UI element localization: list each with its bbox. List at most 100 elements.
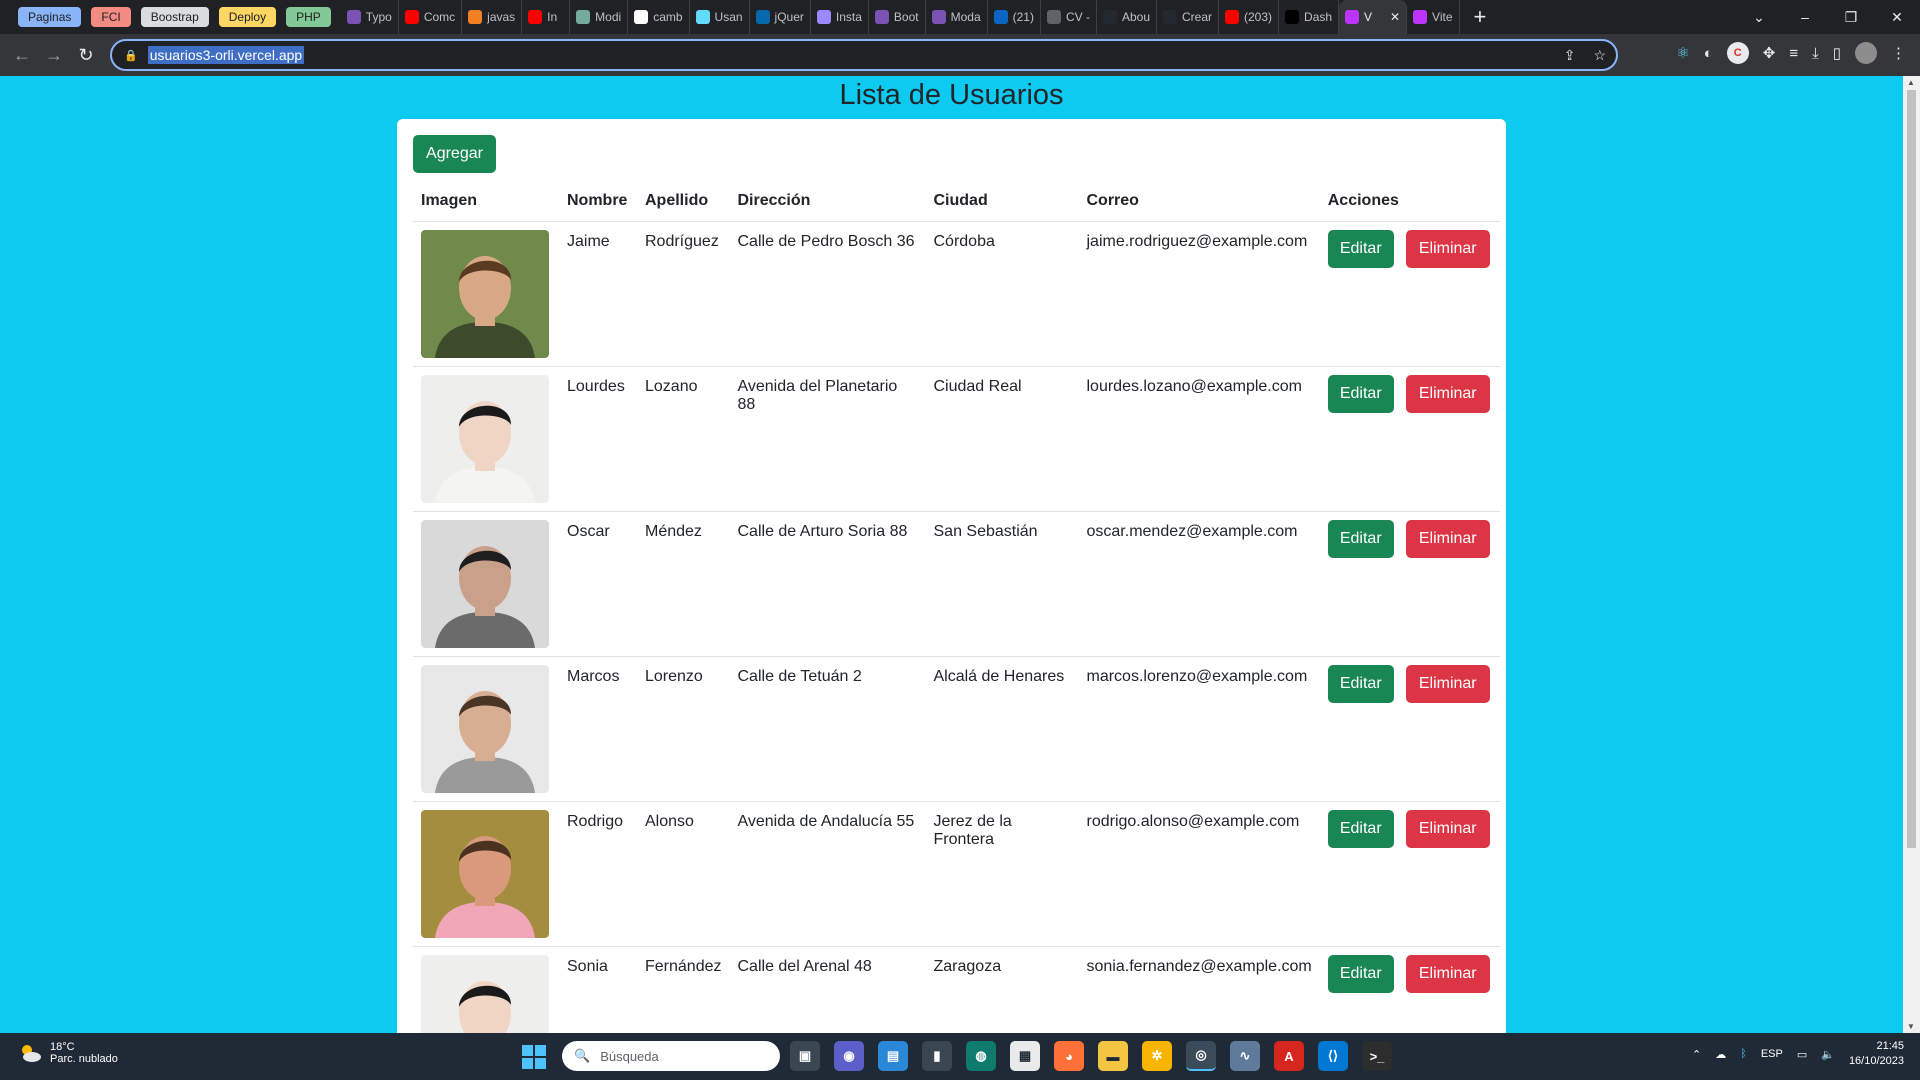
- table-header-row: Imagen Nombre Apellido Dirección Ciudad …: [413, 181, 1500, 222]
- dark-reader-icon[interactable]: ◐: [1704, 45, 1713, 62]
- network-icon[interactable]: ▭: [1797, 1048, 1807, 1061]
- close-window-icon[interactable]: ✕: [1874, 9, 1920, 26]
- delete-user-button[interactable]: Eliminar: [1405, 664, 1490, 703]
- delete-user-button[interactable]: Eliminar: [1405, 229, 1490, 268]
- chrome-icon[interactable]: ◎: [1186, 1041, 1216, 1071]
- browser-tab[interactable]: CV -: [1041, 0, 1097, 34]
- weather-widget[interactable]: 18°C Parc. nublado: [18, 1041, 118, 1065]
- window-controls: ⌄ – ❐ ✕: [1736, 0, 1920, 34]
- side-panel-icon[interactable]: ▯: [1833, 44, 1841, 62]
- lock-icon[interactable]: 🔒: [124, 49, 138, 62]
- vscode-icon[interactable]: ⟨⟩: [1318, 1041, 1348, 1071]
- browser-tab[interactable]: Boot: [869, 0, 926, 34]
- youtube-icon: [528, 10, 543, 24]
- add-user-button[interactable]: Agregar: [413, 135, 496, 173]
- bootstrap-icon: [346, 10, 361, 24]
- activity-monitor-icon[interactable]: ∿: [1230, 1041, 1260, 1071]
- back-icon[interactable]: ←: [6, 45, 38, 66]
- store-icon[interactable]: ▦: [1010, 1041, 1040, 1071]
- file-explorer-icon[interactable]: ▬: [1098, 1041, 1128, 1071]
- tab-group-3[interactable]: Deploy: [218, 7, 277, 27]
- browser-tab[interactable]: (203): [1219, 0, 1280, 34]
- language-indicator[interactable]: ESP: [1761, 1048, 1783, 1060]
- taskbar-search[interactable]: 🔍 Búsqueda: [562, 1041, 780, 1071]
- profile-avatar[interactable]: [1855, 42, 1877, 64]
- scrollbar-thumb[interactable]: [1907, 90, 1916, 848]
- edit-user-button[interactable]: Editar: [1327, 664, 1394, 703]
- address-bar[interactable]: 🔒 usuarios3-orli.vercel.app ⇪ ☆: [110, 39, 1618, 71]
- delete-user-button[interactable]: Eliminar: [1405, 519, 1490, 558]
- restore-icon[interactable]: ❐: [1828, 9, 1874, 26]
- cell-nombre: Lourdes: [559, 366, 637, 512]
- browser-tab[interactable]: Abou: [1097, 0, 1157, 34]
- new-tab-icon[interactable]: +: [1474, 4, 1487, 30]
- cell-imagen: [413, 511, 559, 657]
- url-text[interactable]: usuarios3-orli.vercel.app: [147, 46, 305, 64]
- onedrive-icon[interactable]: ☁: [1715, 1048, 1726, 1061]
- tab-group-4[interactable]: PHP: [286, 7, 331, 27]
- browser-tab[interactable]: (21): [988, 0, 1041, 34]
- tab-group-1[interactable]: FCI: [91, 7, 131, 27]
- edit-user-button[interactable]: Editar: [1327, 519, 1394, 558]
- firefox-icon[interactable]: ◕: [1054, 1041, 1084, 1071]
- reload-icon[interactable]: ↻: [70, 45, 102, 66]
- tab-group-0[interactable]: Paginas: [18, 7, 82, 27]
- xampp-icon[interactable]: ✲: [1142, 1041, 1172, 1071]
- browser-tab[interactable]: Typo: [341, 0, 399, 34]
- scroll-up-icon[interactable]: ▲: [1907, 78, 1915, 87]
- column-header-correo: Correo: [1078, 181, 1320, 222]
- edit-user-button[interactable]: Editar: [1327, 229, 1394, 268]
- web-page: Lista de Usuarios Agregar Imagen Nombre …: [0, 76, 1903, 1033]
- browser-tab[interactable]: Crear: [1157, 0, 1220, 34]
- table-row: Jaime Rodríguez Calle de Pedro Bosch 36 Cór…: [413, 221, 1500, 367]
- browser-tab[interactable]: Insta: [811, 0, 869, 34]
- volume-icon[interactable]: 🔈: [1821, 1048, 1835, 1061]
- react-devtools-icon[interactable]: ⚛: [1676, 44, 1689, 62]
- teams-chat-icon[interactable]: ◉: [834, 1041, 864, 1071]
- edit-user-button[interactable]: Editar: [1327, 809, 1394, 848]
- downloads-icon[interactable]: ⤓: [1812, 45, 1819, 62]
- browser-tab[interactable]: Usan: [690, 0, 750, 34]
- browser-tab[interactable]: In: [522, 0, 571, 34]
- cell-ciudad: San Sebastián: [925, 511, 1079, 657]
- bookmark-star-icon[interactable]: ☆: [1593, 47, 1606, 64]
- scroll-down-icon[interactable]: ▼: [1907, 1022, 1915, 1031]
- browser-tab[interactable]: Moda: [926, 0, 988, 34]
- close-tab-icon[interactable]: ✕: [1390, 10, 1400, 24]
- remote-desktop-icon[interactable]: ▤: [878, 1041, 908, 1071]
- browser-tab[interactable]: jQuer: [750, 0, 811, 34]
- bluetooth-icon[interactable]: ᛒ: [1740, 1048, 1747, 1060]
- browser-tab[interactable]: javas: [462, 0, 523, 34]
- edit-user-button[interactable]: Editar: [1327, 374, 1394, 413]
- browser-tab[interactable]: V ✕: [1339, 0, 1408, 34]
- delete-user-button[interactable]: Eliminar: [1405, 809, 1490, 848]
- stackoverflow-icon: [468, 10, 483, 24]
- browser-tab[interactable]: camb: [628, 0, 690, 34]
- browser-tab[interactable]: Modi: [570, 0, 629, 34]
- browser-tab[interactable]: Dash: [1279, 0, 1340, 34]
- extension-c-icon[interactable]: C: [1726, 42, 1749, 64]
- minimize-icon[interactable]: –: [1782, 9, 1828, 25]
- forward-icon[interactable]: →: [38, 45, 70, 66]
- tab-group-2[interactable]: Boostrap: [140, 7, 209, 27]
- page-scrollbar[interactable]: ▲ ▼: [1903, 76, 1920, 1033]
- edge-icon[interactable]: ◍: [966, 1041, 996, 1071]
- cell-ciudad: Zaragoza: [925, 946, 1079, 1033]
- task-view-icon[interactable]: ▣: [790, 1041, 820, 1071]
- terminal-icon[interactable]: >_: [1362, 1041, 1392, 1071]
- menu-kebab-icon[interactable]: ⋮: [1891, 44, 1906, 62]
- share-icon[interactable]: ⇪: [1564, 47, 1576, 64]
- edit-user-button[interactable]: Editar: [1327, 954, 1394, 993]
- windows-start-icon[interactable]: [522, 1045, 546, 1069]
- tray-chevron-icon[interactable]: ⌃: [1692, 1048, 1701, 1061]
- browser-tab[interactable]: Vite: [1407, 0, 1460, 34]
- system-clock[interactable]: 21:45 16/10/2023: [1849, 1039, 1904, 1069]
- extensions-puzzle-icon[interactable]: ✥: [1763, 44, 1776, 62]
- browser-tab[interactable]: Comc: [399, 0, 463, 34]
- media-control-icon[interactable]: ≡: [1789, 45, 1798, 62]
- delete-user-button[interactable]: Eliminar: [1405, 374, 1490, 413]
- usb-icon[interactable]: ▮: [922, 1041, 952, 1071]
- delete-user-button[interactable]: Eliminar: [1405, 954, 1490, 993]
- tab-search-icon[interactable]: ⌄: [1736, 9, 1782, 26]
- acrobat-icon[interactable]: A: [1274, 1041, 1304, 1071]
